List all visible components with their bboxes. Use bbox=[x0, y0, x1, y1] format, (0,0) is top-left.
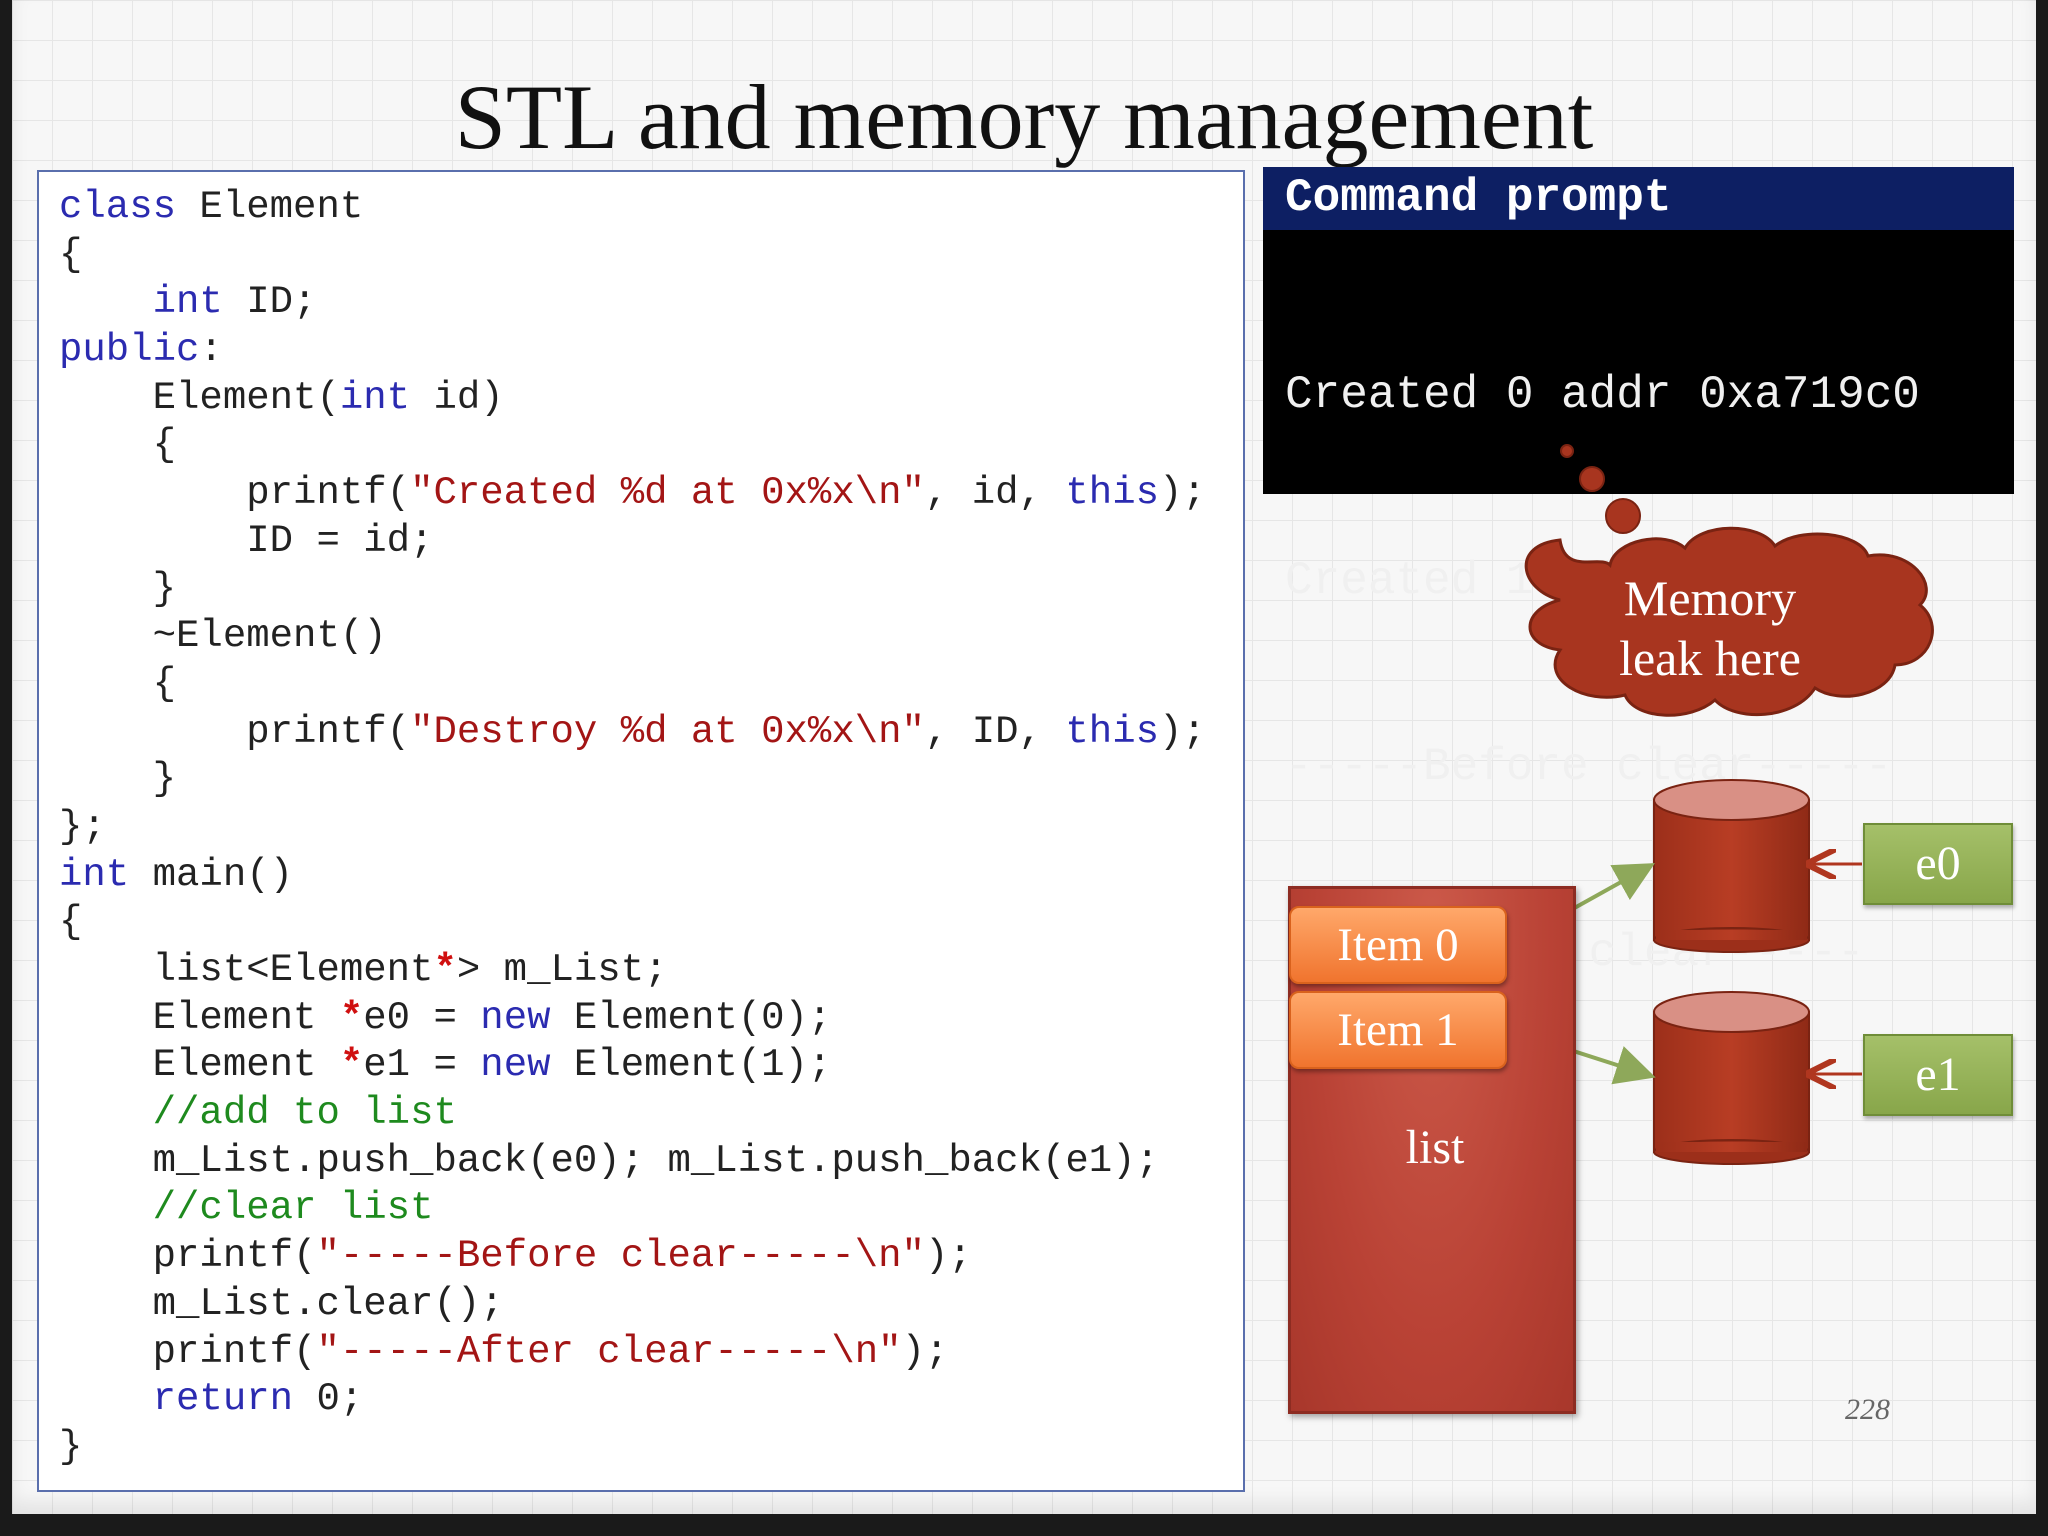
object-cylinder-e0 bbox=[1653, 779, 1810, 953]
list-item-0: Item 0 bbox=[1289, 906, 1507, 984]
thought-bubble-medium bbox=[1605, 498, 1641, 534]
pointer-var-e0: e0 bbox=[1863, 823, 2013, 905]
list-item-1: Item 1 bbox=[1289, 991, 1507, 1069]
pointer-var-e1: e1 bbox=[1863, 1034, 2013, 1116]
diagram-graphics bbox=[1507, 444, 1934, 1165]
memory-leak-line1: Memory bbox=[1623, 570, 1797, 626]
memory-leak-label: Memory leak here bbox=[1520, 568, 1900, 688]
memory-leak-line2: leak here bbox=[1619, 630, 1801, 686]
list-label: list bbox=[1405, 1121, 1465, 1174]
object-cylinder-e1 bbox=[1653, 991, 1810, 1165]
page-number: 228 bbox=[1845, 1393, 1890, 1426]
thought-bubble-dot bbox=[1560, 444, 1574, 458]
thought-bubble-small bbox=[1579, 466, 1605, 492]
